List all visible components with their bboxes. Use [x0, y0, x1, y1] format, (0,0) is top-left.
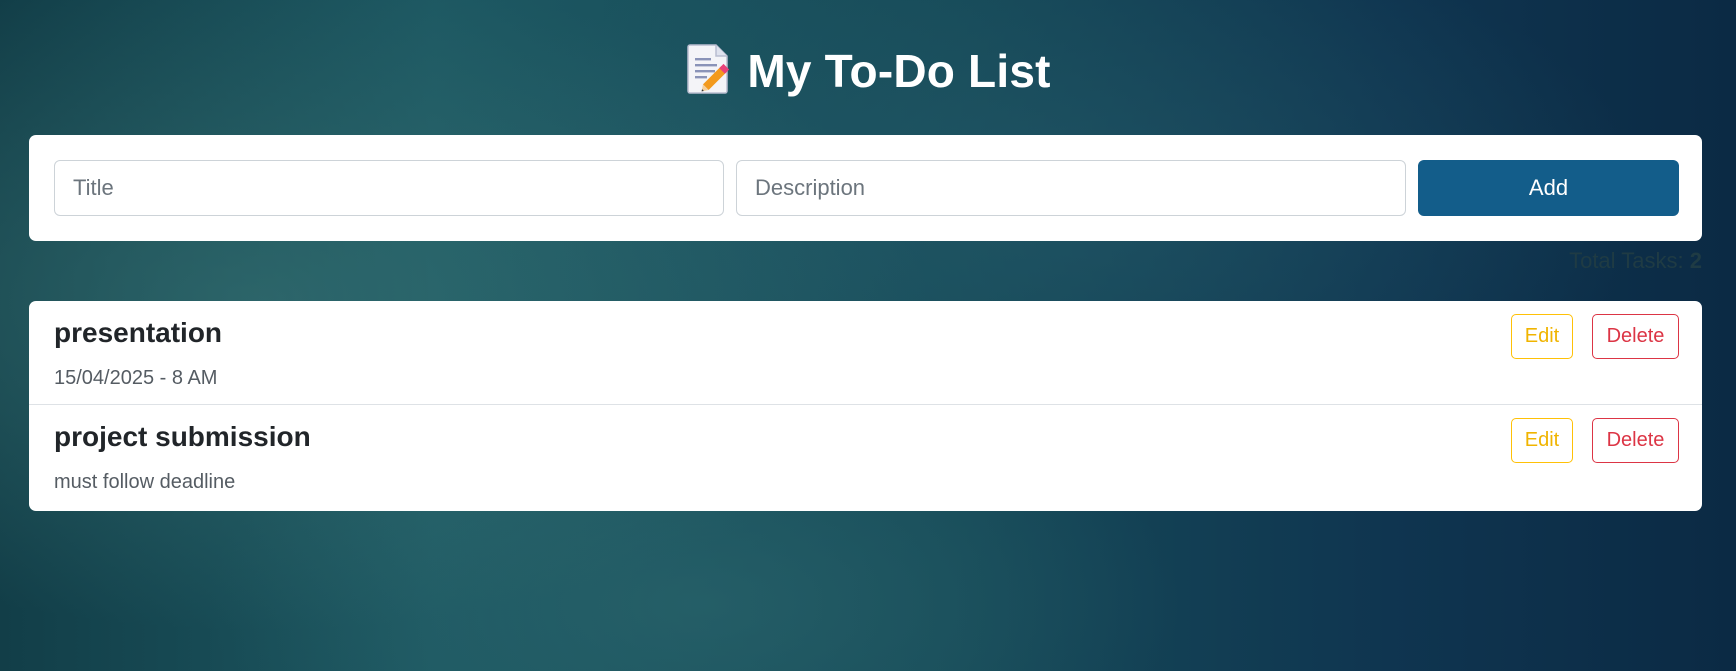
- edit-button[interactable]: Edit: [1511, 418, 1573, 463]
- total-tasks-label: Total Tasks:: [1569, 248, 1684, 273]
- add-task-form: Add: [29, 135, 1702, 241]
- total-tasks-count: 2: [1689, 248, 1702, 273]
- task-description: 15/04/2025 - 8 AM: [54, 367, 218, 389]
- memo-icon: [685, 42, 733, 99]
- add-button[interactable]: Add: [1418, 160, 1679, 216]
- delete-button[interactable]: Delete: [1592, 418, 1679, 463]
- task-list: presentation 15/04/2025 - 8 AM Edit Dele…: [29, 301, 1702, 511]
- list-item: presentation 15/04/2025 - 8 AM Edit Dele…: [29, 301, 1702, 405]
- page-title: My To-Do List: [747, 44, 1051, 97]
- title-input[interactable]: [54, 160, 724, 216]
- task-title: project submission: [54, 421, 311, 452]
- edit-button[interactable]: Edit: [1511, 314, 1573, 359]
- task-description: must follow deadline: [54, 471, 236, 493]
- header: My To-Do List: [0, 42, 1736, 99]
- list-item: project submission must follow deadline …: [29, 405, 1702, 509]
- todo-page: My To-Do List Add Total Tasks: 2 present…: [0, 0, 1736, 671]
- description-input[interactable]: [736, 160, 1406, 216]
- total-tasks: Total Tasks: 2: [1569, 248, 1702, 274]
- task-title: presentation: [54, 317, 223, 348]
- delete-button[interactable]: Delete: [1592, 314, 1679, 359]
